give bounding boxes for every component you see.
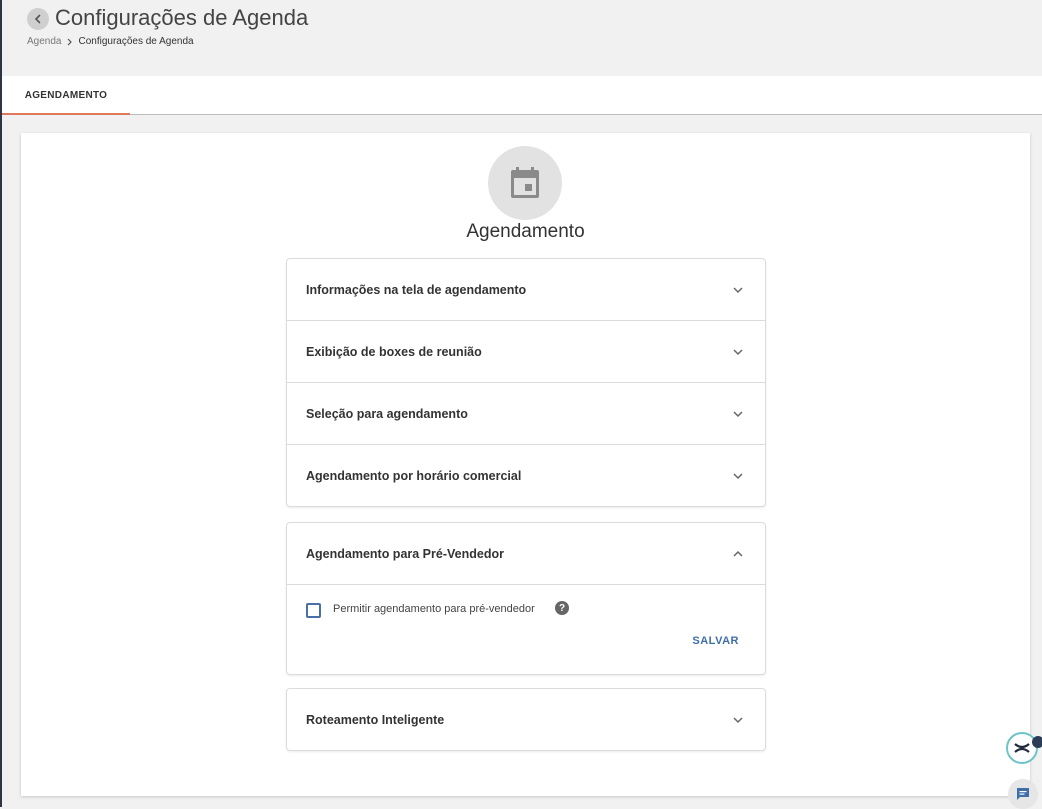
help-icon[interactable]: ? <box>555 601 569 615</box>
tab-bar: AGENDAMENTO <box>2 76 1042 115</box>
save-button[interactable]: SALVAR <box>692 635 739 647</box>
panel-exibicao-boxes[interactable]: Exibição de boxes de reunião <box>287 320 765 382</box>
settings-card: Agendamento Informações na tela de agend… <box>21 133 1030 796</box>
panel-label: Agendamento por horário comercial <box>306 468 522 483</box>
permitir-pre-vendedor-checkbox[interactable] <box>306 603 321 618</box>
panel-roteamento: Roteamento Inteligente <box>286 688 766 751</box>
panel-pre-vendedor: Agendamento para Pré-Vendedor Permitir a… <box>286 522 766 675</box>
section-title: Agendamento <box>466 221 585 242</box>
panel-label: Informações na tela de agendamento <box>306 282 527 297</box>
assistant-logo-icon <box>1014 743 1030 753</box>
active-tab-indicator <box>2 113 130 115</box>
breadcrumb-link-agenda[interactable]: Agenda <box>27 36 61 47</box>
panel-label: Seleção para agendamento <box>306 406 468 421</box>
notification-badge <box>1032 736 1042 748</box>
window-left-edge <box>0 0 2 807</box>
chevron-down-icon <box>731 469 745 483</box>
panel-label: Roteamento Inteligente <box>306 712 445 727</box>
panel-pre-vendedor-body: Permitir agendamento para pré-vendedor ?… <box>287 584 765 674</box>
chevron-down-icon <box>731 407 745 421</box>
panel-label: Exibição de boxes de reunião <box>306 344 482 359</box>
chevron-down-icon <box>731 283 745 297</box>
chevron-left-icon <box>34 14 41 24</box>
panel-label: Agendamento para Pré-Vendedor <box>306 546 504 561</box>
section-icon <box>488 146 562 220</box>
chat-button[interactable] <box>1008 779 1038 809</box>
back-button[interactable] <box>27 8 49 30</box>
chevron-down-icon <box>731 345 745 359</box>
settings-panel-group: Informações na tela de agendamento Exibi… <box>286 258 766 507</box>
checkbox-label: Permitir agendamento para pré-vendedor <box>333 603 535 615</box>
tab-agendamento[interactable]: AGENDAMENTO <box>2 76 130 114</box>
breadcrumb-current: Configurações de Agenda <box>78 36 194 47</box>
panel-roteamento-header[interactable]: Roteamento Inteligente <box>287 689 765 750</box>
calendar-icon <box>511 167 539 198</box>
panel-selecao[interactable]: Seleção para agendamento <box>287 382 765 444</box>
page-header: Configurações de Agenda Agenda Configura… <box>2 0 1042 76</box>
chat-icon <box>1017 788 1029 800</box>
chevron-right-icon <box>66 38 73 46</box>
panel-pre-vendedor-header[interactable]: Agendamento para Pré-Vendedor <box>287 523 765 584</box>
panel-informacoes[interactable]: Informações na tela de agendamento <box>287 259 765 320</box>
panel-horario-comercial[interactable]: Agendamento por horário comercial <box>287 444 765 506</box>
chevron-down-icon <box>731 713 745 727</box>
breadcrumb: Agenda Configurações de Agenda <box>27 36 194 47</box>
page-title: Configurações de Agenda <box>55 5 309 30</box>
chevron-up-icon <box>731 547 745 561</box>
